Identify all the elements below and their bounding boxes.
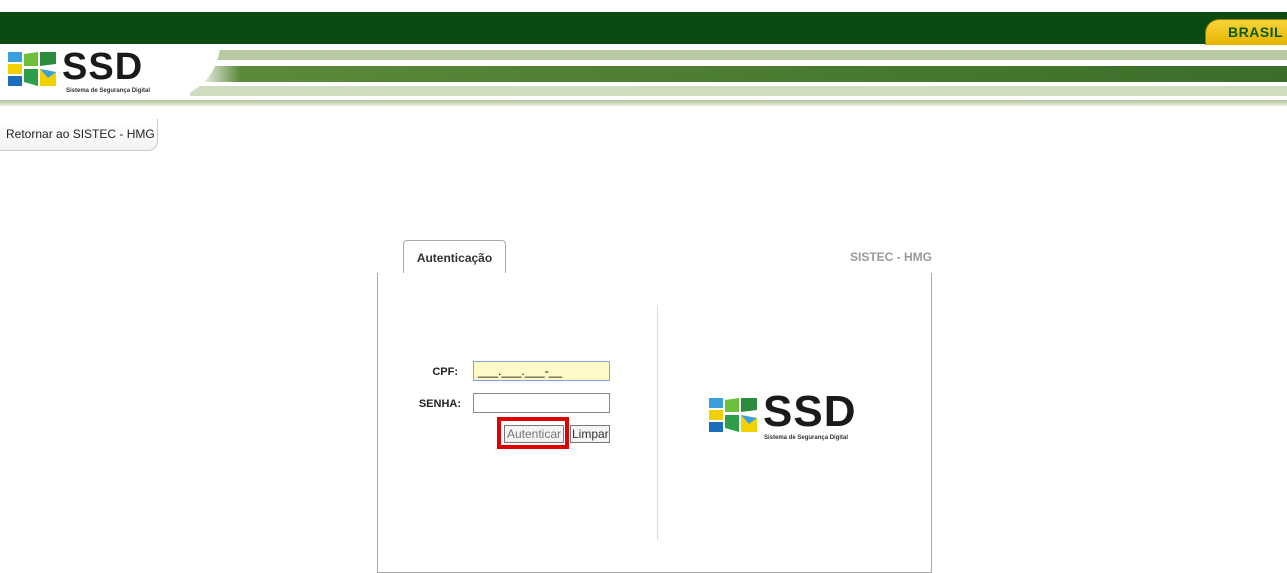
system-label: SISTEC - HMG	[849, 250, 932, 264]
top-white-strip	[0, 0, 1287, 12]
header-stripe	[180, 86, 1287, 96]
ssd-logo-text: SSD	[62, 46, 144, 88]
panel-ssd-logo: SSD Sistema de Segurança Digital	[709, 387, 869, 443]
header-stripe	[200, 66, 1287, 82]
site-header: SSD Sistema de Segurança Digital	[0, 44, 1287, 106]
government-bar: BRASIL	[0, 0, 1287, 45]
return-to-sistec-link[interactable]: Retornar ao SISTEC - HMG	[0, 119, 158, 151]
ssd-logo-icon	[8, 52, 56, 86]
senha-label: SENHA:	[418, 398, 461, 410]
ssd-logo[interactable]: SSD Sistema de Segurança Digital	[8, 46, 178, 96]
tab-autenticacao[interactable]: Autenticação	[403, 240, 506, 274]
senha-input[interactable]	[473, 393, 610, 413]
brasil-label: BRASIL	[1228, 24, 1284, 40]
panel-tab-row: Autenticação SISTEC - HMG	[378, 240, 932, 274]
ssd-logo-icon	[709, 398, 757, 432]
authenticate-highlight-box	[497, 417, 569, 449]
header-stripe	[190, 50, 1287, 60]
panel-divider	[657, 305, 658, 540]
cpf-label: CPF:	[432, 366, 458, 378]
header-stripe	[0, 100, 1287, 106]
brasil-link[interactable]: BRASIL	[1205, 19, 1287, 45]
ssd-logo-subtitle: Sistema de Segurança Digital	[66, 88, 151, 94]
ssd-logo-text: SSD	[763, 387, 857, 436]
ssd-logo-subtitle: Sistema de Segurança Digital	[764, 435, 849, 441]
clear-button[interactable]: Limpar	[570, 425, 610, 443]
cpf-input[interactable]	[473, 361, 610, 381]
